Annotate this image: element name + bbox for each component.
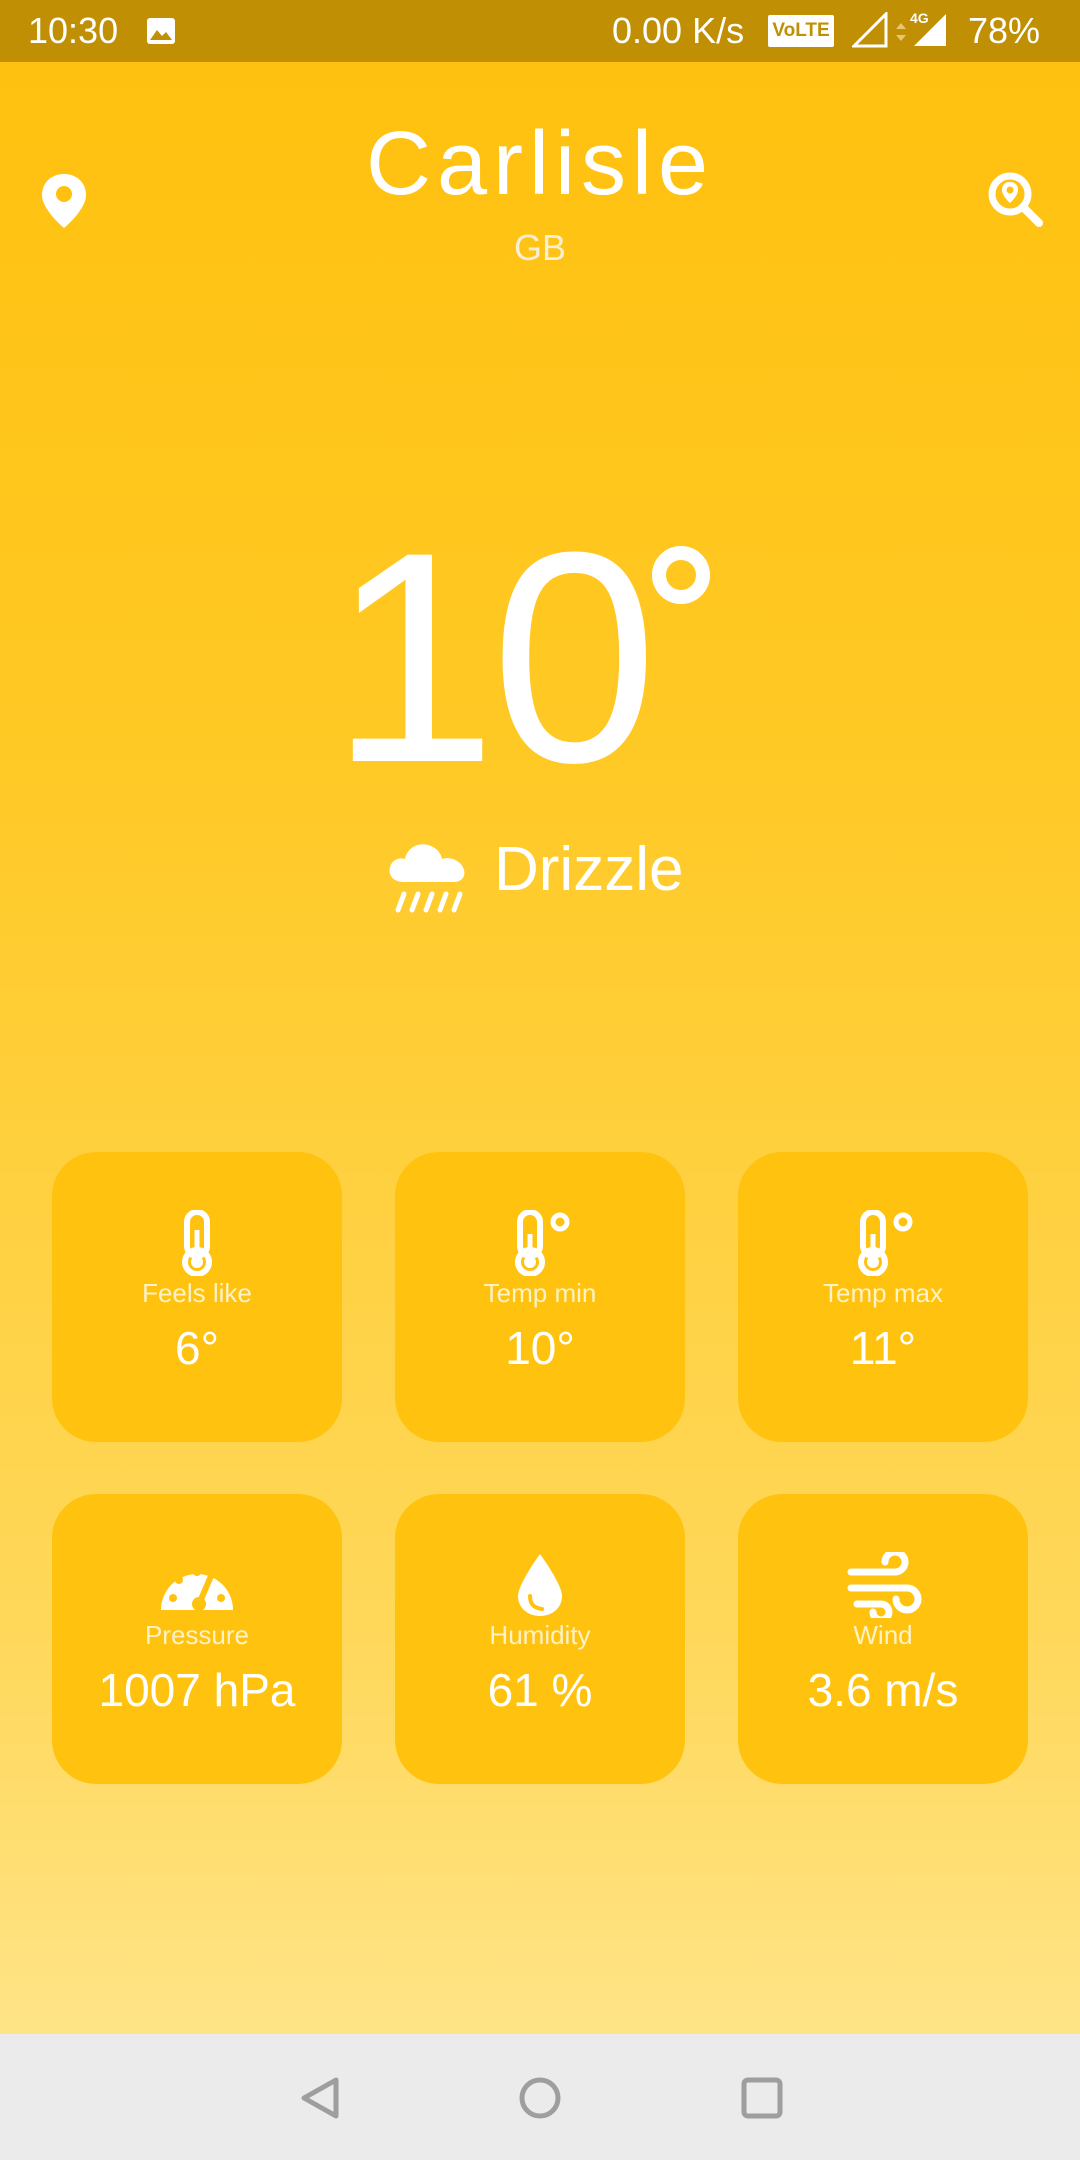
detail-label: Humidity bbox=[489, 1620, 591, 1650]
thermometer-icon bbox=[182, 1210, 212, 1276]
detail-tile-temp-min: Temp min 10° bbox=[395, 1152, 685, 1442]
weather-screen: Carlisle GB 10 Drizzle Feels like 6° Tem… bbox=[0, 62, 1080, 2034]
drizzle-cloud-icon bbox=[389, 844, 465, 913]
detail-tile-wind: Wind 3.6 m/s bbox=[738, 1494, 1028, 1784]
image-notification-icon bbox=[147, 18, 175, 44]
detail-tile-temp-max: Temp max 11° bbox=[738, 1152, 1028, 1442]
degree-symbol-icon bbox=[652, 546, 710, 604]
detail-value: 11° bbox=[849, 1322, 917, 1374]
detail-value: 6° bbox=[175, 1322, 219, 1374]
recents-button[interactable] bbox=[738, 2074, 786, 2122]
navigation-bar bbox=[0, 2034, 1080, 2160]
city-name: Carlisle bbox=[365, 114, 715, 214]
detail-label: Temp max bbox=[823, 1278, 943, 1308]
detail-tile-pressure: Pressure 1007 hPa bbox=[52, 1494, 342, 1784]
detail-tile-humidity: Humidity 61 % bbox=[395, 1494, 685, 1784]
network-speed: 0.00 K/s bbox=[612, 10, 745, 51]
detail-tile-feels-like: Feels like 6° bbox=[52, 1152, 342, 1442]
data-arrows-icon bbox=[896, 23, 906, 41]
home-button[interactable] bbox=[516, 2074, 564, 2122]
country-code: GB bbox=[513, 227, 566, 268]
detail-label: Wind bbox=[853, 1620, 913, 1650]
detail-label: Feels like bbox=[142, 1278, 252, 1308]
back-button[interactable] bbox=[296, 2074, 344, 2122]
status-bar: 10:30 0.00 K/s VoLTE 4G 78% bbox=[0, 0, 1080, 62]
thermometer-celsius-icon bbox=[515, 1210, 570, 1276]
detail-label: Pressure bbox=[144, 1620, 250, 1650]
volte-badge: VoLTE bbox=[768, 15, 834, 47]
search-location-icon[interactable] bbox=[986, 170, 1044, 228]
detail-label: Temp min bbox=[483, 1278, 597, 1308]
battery-level: 78% bbox=[968, 10, 1041, 51]
thermometer-celsius-icon bbox=[858, 1210, 913, 1276]
signal-sim2-icon bbox=[914, 14, 946, 46]
detail-value: 1007 hPa bbox=[98, 1664, 296, 1716]
wind-icon bbox=[847, 1552, 922, 1618]
gauge-icon bbox=[161, 1568, 233, 1611]
status-time: 10:30 bbox=[28, 10, 119, 51]
detail-value: 61 % bbox=[487, 1664, 593, 1716]
weather-condition: Drizzle bbox=[494, 835, 684, 904]
signal-sim1-icon bbox=[852, 12, 888, 48]
detail-value: 3.6 m/s bbox=[807, 1664, 959, 1716]
detail-value: 10° bbox=[505, 1322, 575, 1374]
droplet-icon bbox=[518, 1554, 562, 1616]
